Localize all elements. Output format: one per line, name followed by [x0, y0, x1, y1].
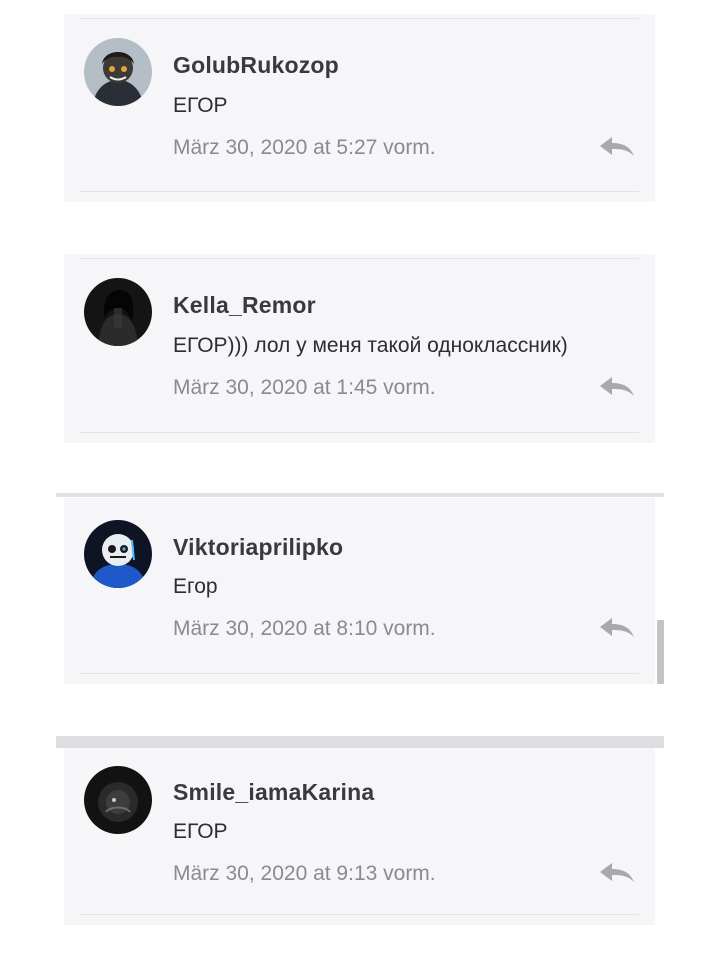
comment-card: Smile_iamaKarina ЕГОР März 30, 2020 at 9…	[64, 748, 655, 925]
comment-text: ЕГОР	[173, 94, 228, 117]
user-avatar[interactable]	[84, 766, 152, 834]
comment-text: ЕГОР	[173, 820, 228, 843]
comment-card: Viktoriaprilipko Егор März 30, 2020 at 8…	[64, 498, 655, 684]
comment-card: Kella_Remor ЕГОР))) лол у меня такой одн…	[64, 254, 655, 443]
comment-author[interactable]: Smile_iamaKarina	[173, 779, 374, 806]
scrollbar-thumb[interactable]	[657, 620, 664, 684]
user-avatar[interactable]	[84, 520, 152, 588]
reply-arrow-icon[interactable]	[598, 615, 636, 641]
comment-text: ЕГОР))) лол у меня такой одноклассник)	[173, 334, 568, 357]
comment-date: März 30, 2020 at 9:13 vorm.	[173, 862, 436, 885]
section-divider	[56, 736, 664, 748]
comment-author[interactable]: Viktoriaprilipko	[173, 534, 343, 561]
user-avatar[interactable]	[84, 38, 152, 106]
card-divider	[80, 191, 639, 192]
reply-arrow-icon[interactable]	[598, 134, 636, 160]
reply-arrow-icon[interactable]	[598, 860, 636, 886]
comment-date: März 30, 2020 at 8:10 vorm.	[173, 617, 436, 640]
comments-page: GolubRukozop ЕГОР März 30, 2020 at 5:27 …	[0, 0, 720, 954]
card-divider	[80, 673, 639, 674]
card-divider	[80, 258, 639, 259]
comment-card: GolubRukozop ЕГОР März 30, 2020 at 5:27 …	[64, 14, 655, 202]
section-divider	[56, 493, 664, 497]
comment-author[interactable]: GolubRukozop	[173, 52, 339, 79]
comment-text: Егор	[173, 575, 218, 598]
reply-arrow-icon[interactable]	[598, 374, 636, 400]
comment-date: März 30, 2020 at 5:27 vorm.	[173, 136, 436, 159]
card-divider	[80, 914, 639, 915]
comment-date: März 30, 2020 at 1:45 vorm.	[173, 376, 436, 399]
comment-author[interactable]: Kella_Remor	[173, 292, 316, 319]
card-divider	[80, 432, 639, 433]
card-divider	[80, 18, 639, 19]
user-avatar[interactable]	[84, 278, 152, 346]
